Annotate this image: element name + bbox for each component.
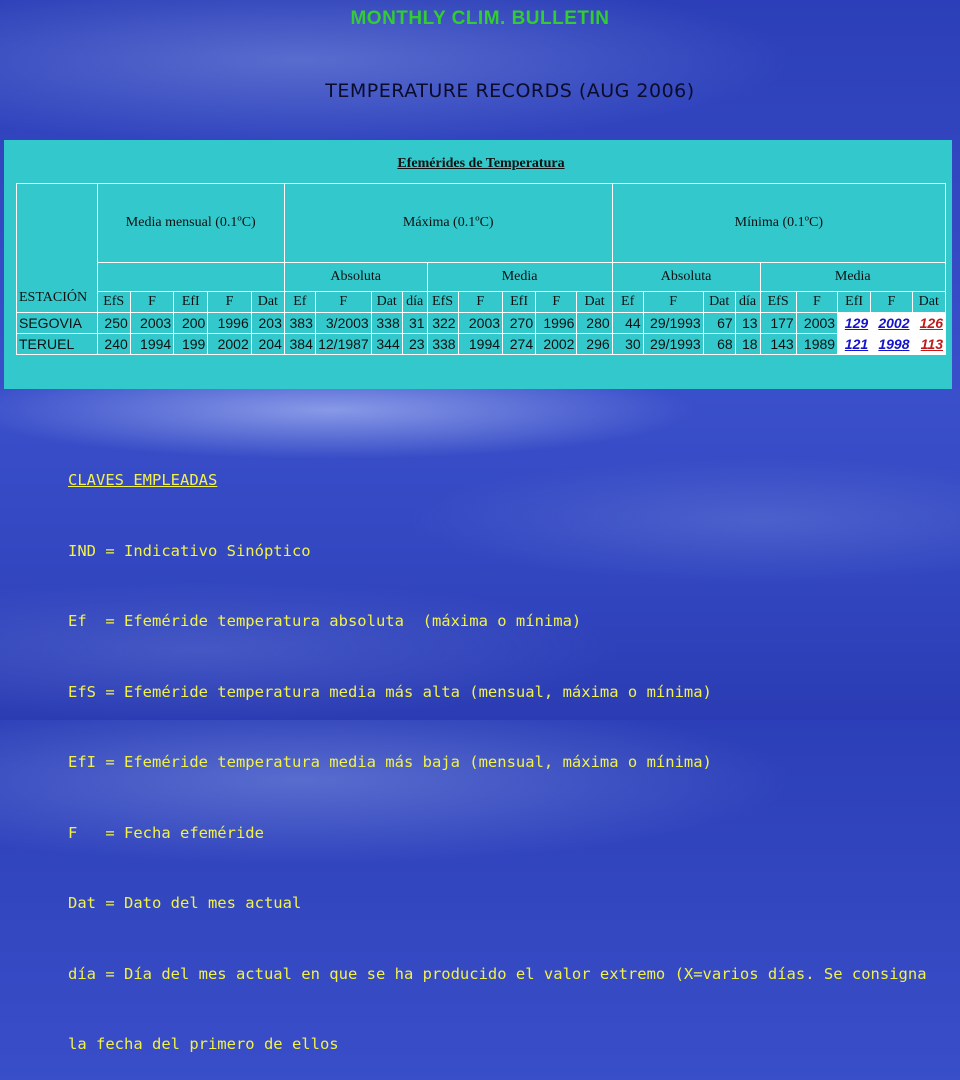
table-cell: 177 [759, 312, 797, 334]
table-cell: 240 [96, 333, 131, 355]
table-cell: 322 [426, 312, 459, 334]
column-header: F [535, 291, 578, 313]
column-header: EfI [173, 291, 209, 313]
column-header: Ef [283, 291, 316, 313]
column-header: F [207, 291, 252, 313]
page-subtitle: TEMPERATURE RECORDS (AUG 2006) [325, 80, 695, 102]
station-name: SEGOVIA [16, 312, 98, 334]
column-header: Dat [702, 291, 736, 313]
ephemerides-table: Efemérides de Temperatura ESTACIÓN Media… [16, 145, 947, 355]
table-cell: 203 [250, 312, 285, 334]
table-cell: 1996 [207, 312, 252, 334]
legend-line: EfS = Efeméride temperatura media más al… [68, 682, 712, 701]
column-header: EfI [502, 291, 537, 313]
column-header: Dat [576, 291, 613, 313]
table-cell: 338 [426, 333, 459, 355]
table-cell: 126 [911, 312, 947, 334]
subgroup-blank [96, 262, 285, 292]
table-cell: 2002 [870, 312, 913, 334]
column-header: F [129, 291, 175, 313]
column-header: F [870, 291, 913, 313]
table-cell: 129 [837, 312, 872, 334]
legend-line: la fecha del primero de ellos [68, 1035, 339, 1053]
legend-line: F = Fecha efeméride [68, 823, 264, 842]
table-cell: 274 [502, 333, 537, 355]
column-header: día [401, 291, 428, 313]
legend-heading: CLAVES EMPLEADAS [68, 471, 218, 489]
temperature-table-panel: Efemérides de Temperatura ESTACIÓN Media… [4, 140, 952, 389]
legend-line: IND = Indicativo Sinóptico [68, 541, 311, 560]
station-header: ESTACIÓN [16, 183, 98, 313]
legend-line: día = Día del mes actual en que se ha pr… [68, 964, 927, 983]
table-cell: 344 [370, 333, 403, 355]
table-cell: 30 [611, 333, 644, 355]
table-cell: 31 [401, 312, 428, 334]
table-cell: 12/1987 [314, 333, 372, 355]
table-cell: 2002 [535, 333, 578, 355]
legend-line: Ef = Efeméride temperatura absoluta (máx… [68, 612, 582, 630]
table-cell: 204 [250, 333, 285, 355]
subgroup-max-absoluta: Absoluta [283, 262, 428, 292]
table-cell: 1994 [129, 333, 175, 355]
table-cell: 2003 [457, 312, 504, 334]
column-header: día [734, 291, 761, 313]
table-cell: 23 [401, 333, 428, 355]
table-cell: 113 [911, 333, 947, 355]
column-header-row: EfS F EfI F Dat Ef F Dat día EfS F EfI F Dat Ef F Dat día… [17, 291, 947, 313]
table-cell: 2003 [795, 312, 839, 334]
table-cell: 199 [173, 333, 209, 355]
table-cell: 383 [283, 312, 316, 334]
column-header: F [457, 291, 504, 313]
table-cell: 67 [702, 312, 736, 334]
group-minima: Mínima (0.1ºC) [611, 183, 947, 263]
table-cell: 296 [576, 333, 613, 355]
table-cell: 2002 [207, 333, 252, 355]
table-cell: 13 [734, 312, 761, 334]
table-cell: 384 [283, 333, 316, 355]
column-header: Dat [911, 291, 947, 313]
table-cell: 68 [702, 333, 736, 355]
column-header: Ef [611, 291, 644, 313]
table-cell: 280 [576, 312, 613, 334]
table-cell: 250 [96, 312, 131, 334]
table-cell: 3/2003 [314, 312, 372, 334]
subgroup-max-media: Media [426, 262, 613, 292]
column-header: EfS [426, 291, 459, 313]
bulletin-title: MONTHLY CLIM. BULLETIN [350, 8, 610, 29]
table-cell: 1994 [457, 333, 504, 355]
column-header: F [795, 291, 839, 313]
station-name: TERUEL [16, 333, 98, 355]
table-cell: 44 [611, 312, 644, 334]
table-caption: Efemérides de Temperatura [16, 145, 946, 184]
subgroup-min-media: Media [759, 262, 947, 292]
table-cell: 200 [173, 312, 209, 334]
column-header: EfS [96, 291, 131, 313]
table-cell: 29/1993 [642, 333, 704, 355]
group-maxima: Máxima (0.1ºC) [283, 183, 613, 263]
table-cell: 29/1993 [642, 312, 704, 334]
column-header: EfS [759, 291, 797, 313]
table-cell: 2003 [129, 312, 175, 334]
table-cell: 1998 [870, 333, 913, 355]
table-row: TERUEL 240 1994 199 2002 204 384 12/1987 344 23 33… [16, 333, 947, 355]
column-header: F [642, 291, 704, 313]
column-header: EfI [837, 291, 872, 313]
table-cell: 1996 [535, 312, 578, 334]
legend-block: CLAVES EMPLEADAS IND = Indicativo Sinópt… [68, 422, 927, 1080]
group-media-mensual: Media mensual (0.1ºC) [96, 183, 285, 263]
legend-line: EfI = Efeméride temperatura media más ba… [68, 753, 712, 771]
table-row: SEGOVIA 250 2003 200 1996 203 383 3/2003 338 31 32… [16, 312, 947, 334]
table-cell: 270 [502, 312, 537, 334]
table-cell: 143 [759, 333, 797, 355]
legend-line: Dat = Dato del mes actual [68, 894, 302, 912]
column-header: F [314, 291, 372, 313]
column-header: Dat [250, 291, 285, 313]
table-cell: 121 [837, 333, 872, 355]
subgroup-min-absoluta: Absoluta [611, 262, 761, 292]
column-header: Dat [370, 291, 403, 313]
table-cell: 1989 [795, 333, 839, 355]
table-cell: 18 [734, 333, 761, 355]
table-cell: 338 [370, 312, 403, 334]
